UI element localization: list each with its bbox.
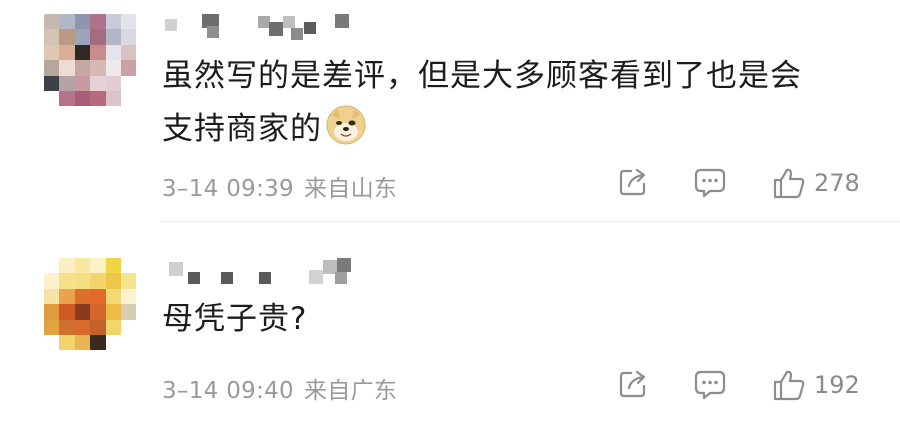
comment-text-line: 支持商家的 — [162, 103, 862, 156]
comment-button[interactable] — [693, 368, 727, 400]
doge-emoji-icon — [326, 105, 366, 145]
like-button[interactable]: 192 — [772, 368, 860, 402]
avatar[interactable] — [44, 258, 136, 350]
comment-text: 母凭子贵? — [162, 293, 862, 346]
comment-meta: 3–14 09:39 来自山东 — [162, 169, 397, 203]
timestamp: 3–14 09:39 — [162, 176, 294, 202]
like-button[interactable]: 278 — [772, 166, 860, 200]
comment-item: 母凭子贵? 3–14 09:40 来自广东 192 — [0, 222, 900, 422]
like-count: 278 — [814, 169, 860, 197]
share-icon — [619, 168, 646, 196]
comment-text-line: 母凭子贵? — [162, 301, 308, 337]
share-button[interactable] — [617, 166, 649, 198]
username-redacted[interactable] — [163, 254, 363, 284]
share-button[interactable] — [617, 368, 649, 400]
avatar[interactable] — [44, 14, 136, 106]
location-text: 来自广东 — [304, 378, 398, 404]
thumbs-up-icon — [773, 370, 805, 401]
location-text: 来自山东 — [304, 176, 398, 202]
like-count: 192 — [814, 371, 860, 399]
comment-item: 虽然写的是差评，但是大多顾客看到了也是会 支持商家的 3–14 09:39 来自山… — [0, 0, 900, 222]
username-redacted[interactable] — [163, 10, 363, 40]
comment-text-line: 虽然写的是差评，但是大多顾客看到了也是会 — [162, 58, 802, 94]
comment-icon — [694, 370, 726, 400]
share-icon — [619, 370, 646, 398]
comment-icon — [694, 168, 726, 198]
comment-text: 虽然写的是差评，但是大多顾客看到了也是会 支持商家的 — [162, 50, 862, 156]
timestamp: 3–14 09:40 — [162, 378, 294, 404]
comment-meta: 3–14 09:40 来自广东 — [162, 371, 397, 405]
comment-button[interactable] — [693, 166, 727, 198]
comment-text-fragment: 支持商家的 — [162, 111, 322, 147]
thumbs-up-icon — [773, 168, 805, 199]
